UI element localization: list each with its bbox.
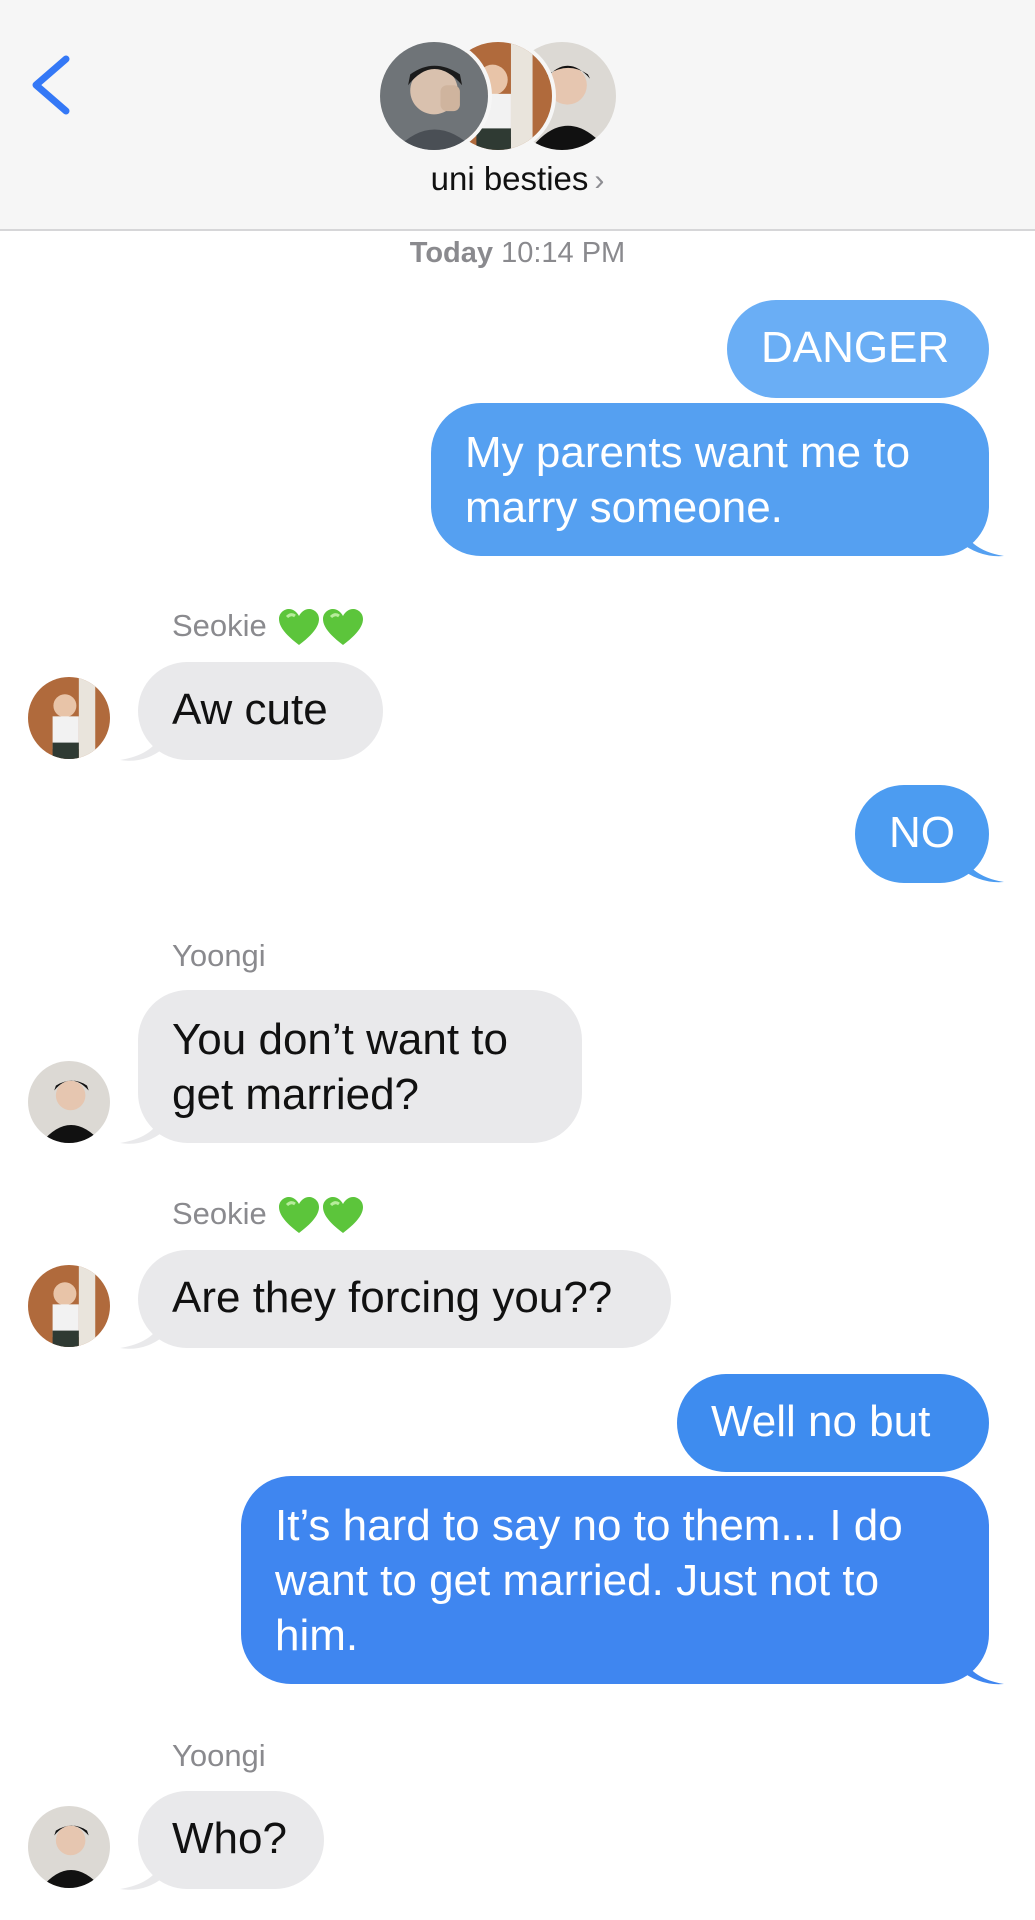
- sender-name: Yoongi: [172, 1738, 266, 1774]
- outgoing-message-bubble[interactable]: Well no but: [677, 1374, 989, 1472]
- group-avatar-1: [376, 38, 492, 154]
- message-text: Well no but: [711, 1397, 931, 1446]
- sender-name-label: Yoongi: [172, 1738, 266, 1773]
- green-heart-icon: [323, 1196, 364, 1233]
- incoming-message-bubble[interactable]: Who?: [138, 1791, 324, 1889]
- message-timestamp: Today 10:14 PM: [0, 237, 1035, 270]
- bubble-tail: [960, 520, 1004, 557]
- group-name-label: uni besties: [430, 160, 589, 197]
- green-heart-icon: [279, 1196, 320, 1233]
- green-heart-icon: [323, 608, 364, 645]
- sender-name: Yoongi: [172, 938, 266, 974]
- avatar-yoongi[interactable]: [28, 1806, 110, 1888]
- sender-name-label: Seokie: [172, 1196, 267, 1231]
- message-text: Aw cute: [172, 685, 328, 734]
- incoming-message-bubble[interactable]: Are they forcing you??: [138, 1250, 671, 1348]
- message-text: NO: [889, 808, 955, 857]
- message-line: marry someone.: [465, 483, 783, 532]
- back-button[interactable]: [22, 45, 82, 125]
- green-heart-icon: [279, 608, 320, 645]
- sender-name-label: Seokie: [172, 608, 267, 643]
- conversation-header: uni besties ›: [0, 0, 1035, 231]
- message-line: You don’t want to: [172, 1015, 508, 1064]
- sender-name: Seokie: [172, 1196, 364, 1235]
- message-text: Who?: [172, 1814, 287, 1863]
- outgoing-message-bubble[interactable]: It’s hard to say no to them... I do want…: [241, 1476, 989, 1684]
- sender-name: Seokie: [172, 608, 364, 647]
- timestamp-time: 10:14 PM: [501, 237, 626, 269]
- bubble-tail: [120, 1314, 164, 1349]
- avatar-seokie[interactable]: [28, 677, 110, 759]
- message-line: It’s hard to say no to them... I do: [275, 1501, 903, 1550]
- sender-name-label: Yoongi: [172, 938, 266, 973]
- bubble-tail: [960, 1648, 1004, 1685]
- incoming-message-bubble[interactable]: Aw cute: [138, 662, 383, 760]
- message-text: Are they forcing you??: [172, 1273, 613, 1322]
- message-line: My parents want me to: [465, 428, 911, 477]
- bubble-tail: [120, 1855, 164, 1890]
- message-text: DANGER: [761, 323, 950, 372]
- message-line: him.: [275, 1611, 359, 1660]
- avatar-yoongi[interactable]: [28, 1061, 110, 1143]
- bubble-tail: [960, 846, 1004, 883]
- outgoing-message-bubble[interactable]: DANGER: [727, 300, 989, 398]
- incoming-message-bubble[interactable]: You don’t want to get married?: [138, 990, 582, 1143]
- outgoing-message-bubble[interactable]: My parents want me to marry someone.: [431, 403, 989, 556]
- bubble-tail: [120, 726, 164, 761]
- chevron-left-icon: [32, 55, 70, 115]
- bubble-tail: [120, 1109, 164, 1144]
- avatar-seokie[interactable]: [28, 1265, 110, 1347]
- group-name[interactable]: uni besties ›: [0, 160, 1035, 198]
- chevron-right-icon: ›: [594, 164, 605, 197]
- message-line: want to get married. Just not to: [275, 1556, 880, 1605]
- timestamp-day: Today: [409, 237, 494, 269]
- group-avatar-stack[interactable]: [376, 38, 656, 156]
- message-line: get married?: [172, 1070, 420, 1119]
